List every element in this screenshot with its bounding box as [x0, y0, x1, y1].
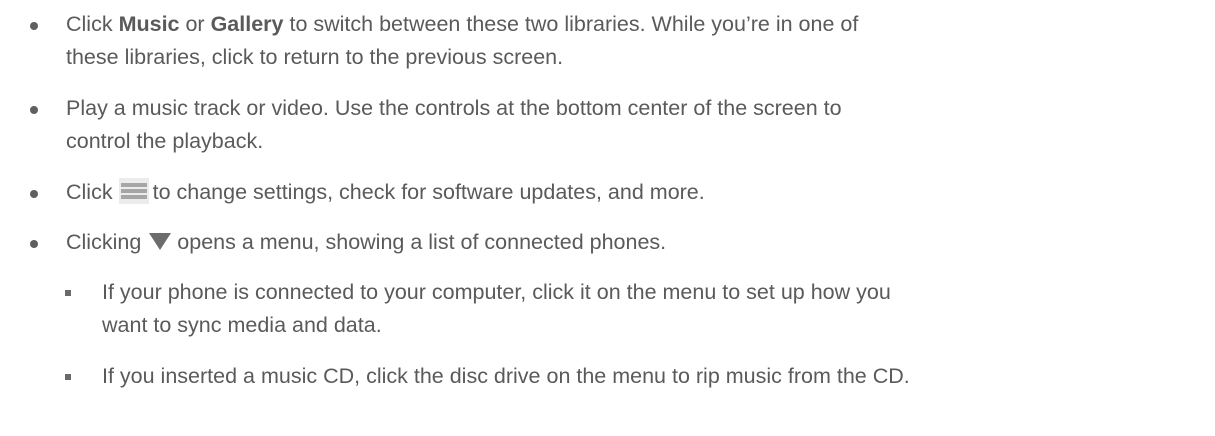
list-item-text: Play a music track or video. Use the con… [66, 92, 1186, 158]
bullet-dot [30, 190, 38, 198]
text-line: If you inserted a music CD, click the di… [102, 364, 910, 388]
text-line: control the playback. [66, 129, 264, 153]
text-run: opens a menu, showing a list of connecte… [177, 230, 667, 254]
text-run: to change settings, check for software u… [152, 180, 705, 204]
text-line: these libraries, click to return to the … [66, 45, 564, 69]
list-item-text: Clicking opens a menu, showing a list of … [66, 226, 1186, 259]
list-item-text: If you inserted a music CD, click the di… [102, 360, 1202, 393]
gallery-label: Gallery [210, 12, 284, 36]
text-run: Click [66, 12, 119, 36]
text-line: Play a music track or video. Use the con… [66, 96, 842, 120]
text-line: If your phone is connected to your compu… [102, 280, 891, 304]
bullet-dot [30, 106, 38, 114]
square-bullet [65, 374, 71, 380]
square-bullet [65, 290, 71, 296]
bullet-dot [30, 240, 38, 248]
text-run: or [179, 12, 211, 36]
list-item-text: Click Music or Gallery to switch between… [66, 8, 1186, 74]
list-item-text: Click to change settings, check for softw… [66, 176, 1186, 209]
list-item-text: If your phone is connected to your compu… [102, 276, 1202, 342]
bullet-dot [30, 22, 38, 30]
text-line: Click Music or Gallery to switch between… [66, 8, 1186, 41]
text-run: Clicking [66, 230, 142, 254]
text-run: Click [66, 180, 113, 204]
dropdown-triangle-icon [149, 232, 172, 250]
music-label: Music [118, 12, 180, 36]
text-line: want to sync media and data. [102, 313, 382, 337]
menu-icon [118, 178, 149, 205]
text-run: to switch between these two libraries. W… [283, 12, 859, 36]
